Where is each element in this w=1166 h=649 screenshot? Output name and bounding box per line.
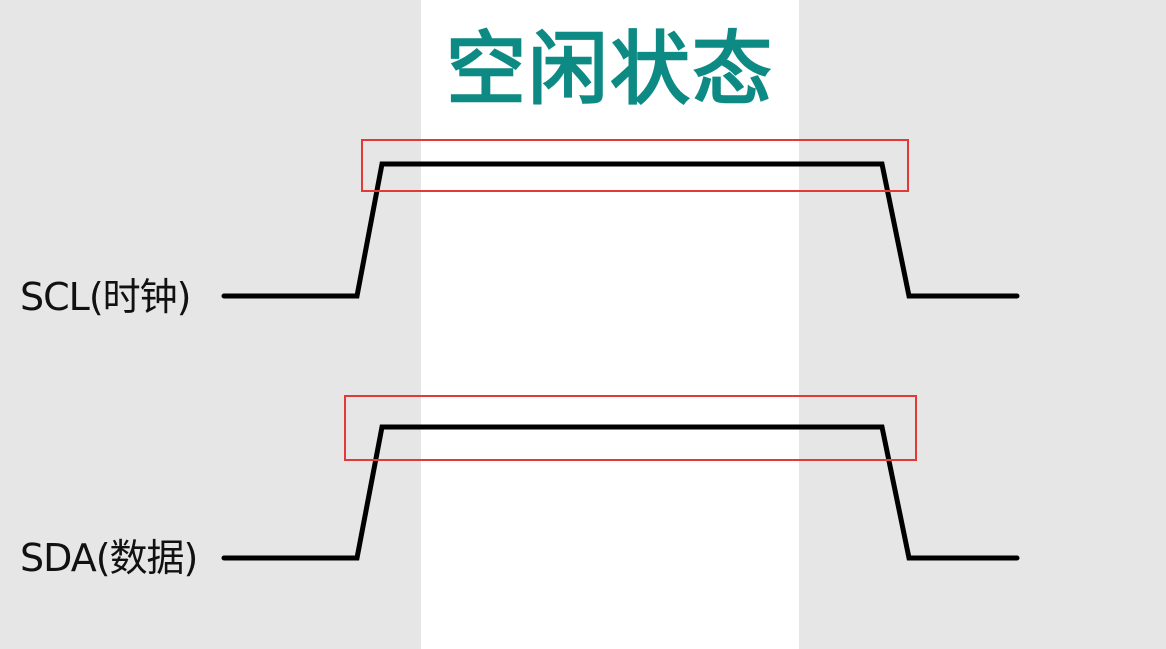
timing-diagram [221,139,1020,561]
scl-waveform [221,161,1020,299]
sda-waveform [221,424,1020,561]
